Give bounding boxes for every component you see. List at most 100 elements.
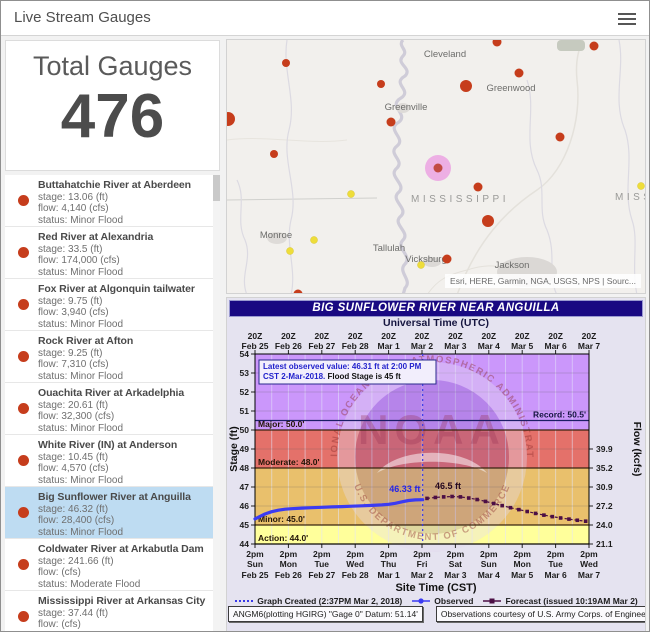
gauge-dot-red[interactable] xyxy=(556,133,565,142)
chart-text: 54 xyxy=(240,349,250,359)
chart-text: Sun xyxy=(247,559,263,569)
gauge-dot-red[interactable] xyxy=(474,183,483,192)
gauge-flow: flow: 4,140 (cfs) xyxy=(38,203,210,215)
gauge-dot-red[interactable] xyxy=(227,112,235,126)
gauge-dot-yellow[interactable] xyxy=(348,191,355,198)
gauge-list-item[interactable]: Coldwater River at Arkabutla Damstage: 2… xyxy=(5,539,220,590)
map-state-label: MISSISS xyxy=(615,192,646,203)
chart-text: Feb 26 xyxy=(275,570,302,580)
chart-text: 21.1 xyxy=(596,539,613,549)
selected-gauge-dot[interactable] xyxy=(434,164,443,173)
chart-text: 20Z xyxy=(348,331,363,341)
chart-text: Action: 44.0' xyxy=(258,533,308,543)
chart-text: 44 xyxy=(240,539,250,549)
chart-text: 2pm xyxy=(580,549,598,559)
chart-text: Mar 4 xyxy=(478,570,500,580)
chart-text: 52 xyxy=(240,387,250,397)
gauge-stage: stage: 9.25 (ft) xyxy=(38,348,210,360)
gauge-dot-red[interactable] xyxy=(460,80,472,92)
chart-text: 20Z xyxy=(248,331,263,341)
forecast-marker xyxy=(509,506,513,510)
chart-text: 47 xyxy=(240,482,250,492)
gauge-dot-yellow[interactable] xyxy=(418,262,425,269)
gauge-dot-red[interactable] xyxy=(590,42,599,51)
chart-text: 49 xyxy=(240,444,250,454)
chart-text: Mar 7 xyxy=(578,570,600,580)
chart-text: 2pm xyxy=(246,549,264,559)
chart-text: Stage (ft) xyxy=(228,426,240,472)
gauge-name: Ouachita River at Arkadelphia xyxy=(38,387,210,400)
chart-text: Feb 25 xyxy=(242,570,269,580)
gauge-list-item[interactable]: Mississippi River at Arkansas Citystage:… xyxy=(5,591,220,632)
gauge-list-item[interactable]: Ouachita River at Arkadelphiastage: 20.6… xyxy=(5,383,220,434)
latest-observed-annotation: Latest observed value: 46.31 ft at 2:00 … xyxy=(259,360,436,384)
gauge-flow: flow: (cfs) xyxy=(38,619,210,631)
chart-text: 2pm xyxy=(280,549,298,559)
gauge-dot-red[interactable] xyxy=(482,215,494,227)
forecast-marker xyxy=(576,518,580,522)
gauge-dot-red[interactable] xyxy=(515,69,524,78)
chart-info-box: Observations courtesy of U.S. Army Corps… xyxy=(436,606,646,622)
bottom-axis-title: Site Time (CST) xyxy=(227,582,645,594)
app-header: Live Stream Gauges xyxy=(1,1,649,36)
map-city-label: Monroe xyxy=(260,230,292,241)
gauge-dot-red[interactable] xyxy=(387,118,396,127)
gauge-stage: stage: 20.61 (ft) xyxy=(38,400,210,412)
legend-item: Graph Created (2:37PM Mar 2, 2018) xyxy=(234,596,402,606)
forecast-marker xyxy=(517,508,521,512)
forecast-marker xyxy=(542,513,546,517)
gauge-list-item[interactable]: Rock River at Aftonstage: 9.25 (ft)flow:… xyxy=(5,331,220,382)
forecast-marker xyxy=(534,512,538,516)
gauge-dot-yellow[interactable] xyxy=(311,237,318,244)
chart-text: Sat xyxy=(449,559,462,569)
gauge-dot-red[interactable] xyxy=(493,40,502,47)
flood-status-dot-icon xyxy=(18,559,29,570)
gauge-name: Big Sunflower River at Anguilla xyxy=(38,491,210,504)
gauge-list-scrollbar[interactable] xyxy=(213,175,220,632)
chart-text: Wed xyxy=(346,559,364,569)
gauge-list[interactable]: Buttahatchie River at Aberdeenstage: 13.… xyxy=(5,175,220,632)
flood-status-dot-icon xyxy=(18,247,29,258)
gauge-list-item[interactable]: Red River at Alexandriastage: 33.5 (ft)f… xyxy=(5,227,220,278)
chart-footer-boxes: ANGM6(plotting HGIRG) "Gage 0" Datum: 51… xyxy=(228,606,646,622)
gauge-list-item[interactable]: Fox River at Algonquin tailwaterstage: 9… xyxy=(5,279,220,330)
chart-text: 51 xyxy=(240,406,250,416)
page-title: Live Stream Gauges xyxy=(14,9,151,26)
gauge-status: status: Minor Flood xyxy=(38,527,210,539)
total-gauges-label: Total Gauges xyxy=(6,51,219,82)
chart-text: Mar 5 xyxy=(511,341,533,351)
chart-text: 20Z xyxy=(314,331,329,341)
live-stream-gauges-app: Live Stream Gauges Total Gauges 476 Butt… xyxy=(0,0,650,632)
chart-text: 27.2 xyxy=(596,501,613,511)
gauge-list-item[interactable]: Buttahatchie River at Aberdeenstage: 13.… xyxy=(5,175,220,226)
gauge-dot-red[interactable] xyxy=(377,80,385,88)
gauge-dot-red[interactable] xyxy=(443,255,452,264)
map-city-label: Greenville xyxy=(385,102,428,113)
scrollbar-thumb[interactable] xyxy=(213,175,220,201)
gauge-status: status: Moderate Flood xyxy=(38,579,210,591)
gauge-dot-yellow[interactable] xyxy=(638,183,645,190)
map-panel[interactable]: MISSISSIPPIMISSISSClevelandGreenwoodGree… xyxy=(226,39,646,294)
forecast-marker xyxy=(425,497,429,501)
gauge-list-item[interactable]: White River (IN) at Andersonstage: 10.45… xyxy=(5,435,220,486)
chart-text: 46.5 ft xyxy=(435,481,461,491)
map-canvas[interactable]: MISSISSIPPIMISSISSClevelandGreenwoodGree… xyxy=(227,40,646,294)
chart-text: 53 xyxy=(240,368,250,378)
gauge-dot-yellow[interactable] xyxy=(287,248,294,255)
gauge-dot-red[interactable] xyxy=(270,150,278,158)
forecast-marker xyxy=(550,515,554,519)
hamburger-menu-icon[interactable] xyxy=(618,10,636,26)
map-attribution: Esri, HERE, Garmin, NGA, USGS, NPS | Sou… xyxy=(445,274,641,288)
gauge-status: status: Minor Flood xyxy=(38,319,210,331)
chart-text: Mar 2 xyxy=(411,570,433,580)
gauge-dot-red[interactable] xyxy=(282,59,290,67)
flood-status-dot-icon xyxy=(18,403,29,414)
gauge-list-item[interactable]: Big Sunflower River at Anguillastage: 46… xyxy=(5,487,220,538)
gauge-status: status: Minor Flood xyxy=(38,423,210,435)
chart-text: Moderate: 48.0' xyxy=(258,457,320,467)
chart-text: Mar 3 xyxy=(444,341,466,351)
forecast-marker xyxy=(559,516,563,520)
gauge-flow: flow: 174,000 (cfs) xyxy=(38,255,210,267)
gauge-dot-red[interactable] xyxy=(294,290,303,295)
gauge-name: Rock River at Afton xyxy=(38,335,210,348)
